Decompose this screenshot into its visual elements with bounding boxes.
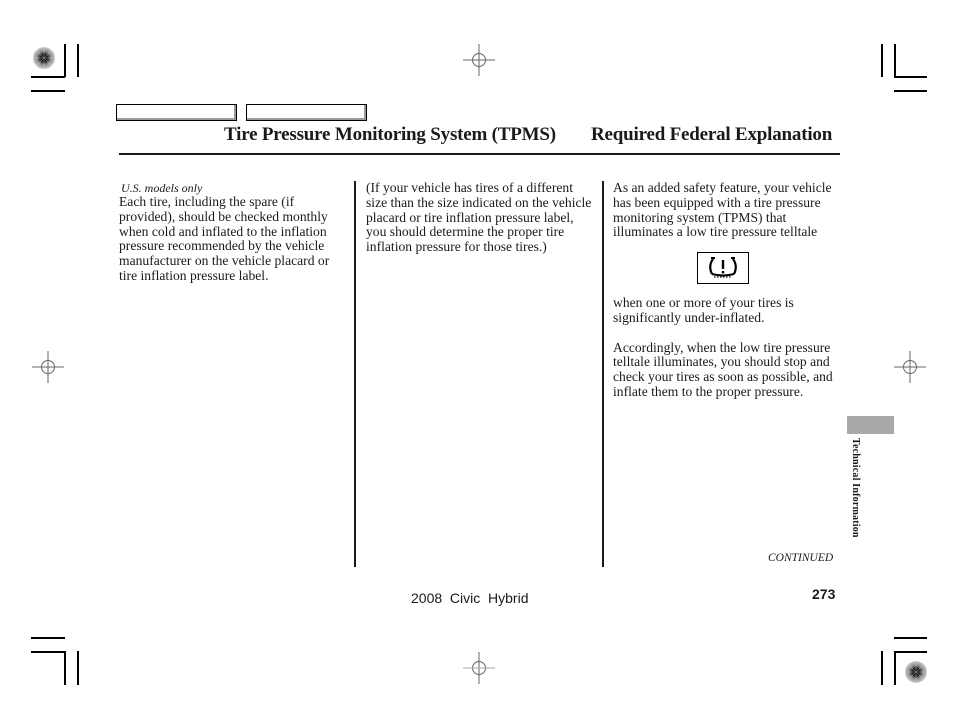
crop-mark bbox=[894, 76, 927, 78]
crop-mark bbox=[881, 651, 883, 685]
crosshair-icon bbox=[32, 351, 64, 383]
paragraph-accordingly: Accordingly, when the low tire pressure … bbox=[613, 339, 833, 399]
tpms-telltale-box bbox=[697, 252, 749, 285]
nav-tab-1[interactable] bbox=[116, 104, 237, 121]
column-1: U.S. models only Each tire, including th… bbox=[119, 181, 347, 284]
paragraph-different-size: (If your vehicle has tires of a differen… bbox=[366, 180, 592, 255]
registration-target-icon bbox=[905, 661, 927, 683]
crop-mark bbox=[881, 44, 883, 77]
crosshair-icon bbox=[463, 44, 495, 76]
continued-label: CONTINUED bbox=[768, 552, 834, 564]
crop-mark bbox=[64, 651, 66, 685]
footer-model: 2008 Civic Hybrid bbox=[411, 590, 529, 606]
crop-mark bbox=[894, 90, 927, 92]
title-rule bbox=[119, 153, 840, 155]
registration-target-icon bbox=[33, 47, 55, 69]
section-tab-marker bbox=[847, 416, 894, 434]
crop-mark bbox=[31, 90, 65, 92]
section-subtitle: Required Federal Explanation bbox=[591, 124, 833, 145]
crop-mark bbox=[31, 651, 65, 653]
paragraph-tpms-intro: As an added safety feature, your vehicle… bbox=[613, 180, 832, 240]
crop-mark bbox=[894, 651, 927, 653]
crop-mark bbox=[31, 637, 65, 639]
crop-mark bbox=[31, 76, 65, 78]
crop-mark bbox=[894, 44, 896, 77]
crop-mark bbox=[77, 651, 79, 685]
low-tire-pressure-telltale-icon bbox=[709, 257, 737, 278]
nav-tab-2[interactable] bbox=[246, 104, 367, 121]
column-3: As an added safety feature, your vehicle… bbox=[613, 180, 843, 400]
crosshair-icon bbox=[894, 351, 926, 383]
paragraph-under-inflated: when one or more of your tires is signif… bbox=[613, 295, 794, 325]
column-divider bbox=[354, 181, 356, 567]
crop-mark bbox=[77, 44, 79, 77]
models-note: U.S. models only bbox=[121, 181, 203, 195]
section-title: Tire Pressure Monitoring System (TPMS) bbox=[224, 124, 556, 145]
paragraph-tire-check: Each tire, including the spare (if provi… bbox=[119, 194, 330, 283]
crop-mark bbox=[64, 44, 66, 77]
column-2: (If your vehicle has tires of a differen… bbox=[366, 180, 596, 255]
crop-mark bbox=[894, 651, 896, 685]
page-number: 273 bbox=[812, 586, 836, 602]
crop-mark bbox=[894, 637, 927, 639]
column-divider bbox=[602, 181, 604, 567]
crosshair-icon bbox=[463, 652, 495, 684]
section-tab-label: Technical Information bbox=[850, 438, 861, 538]
